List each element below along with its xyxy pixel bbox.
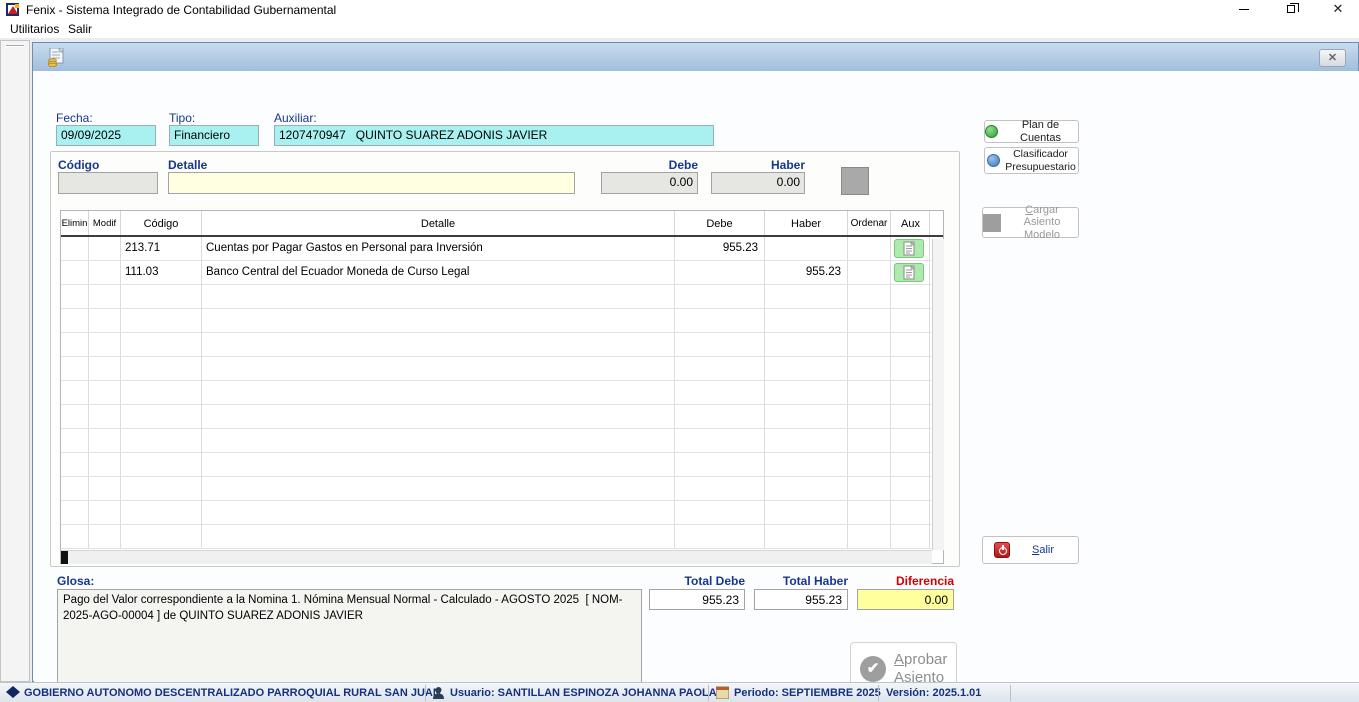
diferencia-label: Diferencia	[857, 574, 954, 588]
table-row	[61, 381, 943, 405]
debe-label: Debe	[601, 158, 698, 172]
table-row	[61, 453, 943, 477]
clasificador-presupuestario-button[interactable]: ClasificadorPresupuestario	[984, 147, 1079, 174]
restore-button[interactable]	[1276, 0, 1308, 19]
grid-vertical-scrollbar[interactable]	[932, 239, 944, 550]
auxiliar-label: Auxiliar:	[274, 111, 317, 125]
debe-input[interactable]: 0.00	[601, 172, 698, 194]
entity-icon	[6, 686, 20, 699]
total-haber-label: Total Haber	[754, 574, 848, 588]
total-debe-field: 955.23	[649, 589, 745, 610]
grid-header: Elimin Modif Código Detalle Debe Haber O…	[61, 211, 943, 237]
status-version: Versión: 2025.1.01	[886, 687, 981, 699]
col-elimin: Elimin	[61, 211, 89, 235]
scrollbar-thumb[interactable]	[61, 551, 68, 564]
table-row	[61, 333, 943, 357]
diferencia-field: 0.00	[857, 589, 954, 610]
col-modif: Modif	[89, 211, 121, 235]
status-entity: GOBIERNO AUTONOMO DESCENTRALIZADO PARROQ…	[24, 687, 441, 699]
detalle-label: Detalle	[168, 158, 207, 172]
col-haber: Haber	[765, 211, 848, 235]
aux-button[interactable]	[894, 263, 924, 282]
col-ordenar: Ordenar	[848, 211, 891, 235]
col-detalle: Detalle	[202, 211, 675, 235]
minimize-button[interactable]	[1228, 0, 1260, 19]
grid-body: 213.71Cuentas por Pagar Gastos en Person…	[61, 237, 943, 549]
user-icon	[432, 686, 445, 699]
codigo-input[interactable]	[58, 172, 158, 194]
status-usuario: Usuario: SANTILLAN ESPINOZA JOHANNA PAOL…	[450, 687, 717, 699]
glosa-textarea[interactable]: Pago del Valor correspondiente a la Nomi…	[57, 589, 642, 695]
table-row[interactable]: 213.71Cuentas por Pagar Gastos en Person…	[61, 237, 943, 261]
codigo-label: Código	[58, 158, 99, 172]
close-button[interactable]: ✕	[1322, 0, 1354, 19]
status-bar: GOBIERNO AUTONOMO DESCENTRALIZADO PARROQ…	[0, 682, 1359, 702]
grid-horizontal-scrollbar[interactable]	[61, 550, 932, 564]
aprobar-label: Aprobar Asiento	[894, 651, 947, 686]
table-row	[61, 405, 943, 429]
entries-grid: Elimin Modif Código Detalle Debe Haber O…	[60, 210, 944, 564]
plan-de-cuentas-button[interactable]: Plan de Cuentas	[984, 120, 1079, 143]
col-debe: Debe	[675, 211, 765, 235]
green-sphere-icon	[985, 125, 998, 138]
table-row	[61, 525, 943, 549]
table-row[interactable]: 111.03Banco Central del Ecuador Moneda d…	[61, 261, 943, 285]
window-title: Fenix - Sistema Integrado de Contabilida…	[26, 3, 336, 17]
table-row	[61, 429, 943, 453]
splitter-grip[interactable]	[6, 45, 24, 47]
status-periodo: Periodo: SEPTIEMBRE 2025	[734, 687, 881, 699]
journal-icon	[47, 48, 67, 67]
col-codigo: Código	[121, 211, 202, 235]
detail-groupbox: Código Detalle Debe Haber 0.00 0.00 Elim…	[50, 151, 960, 567]
restore-icon	[1287, 5, 1295, 13]
gray-square-icon	[983, 214, 1001, 232]
aux-button[interactable]	[894, 239, 924, 258]
salir-button[interactable]: Salir	[982, 536, 1079, 564]
cargar-asiento-modelo-button[interactable]: Cargar AsientoModelo	[982, 207, 1079, 238]
tipo-field[interactable]: Financiero	[169, 125, 259, 146]
check-circle-icon: ✔	[860, 656, 886, 682]
fecha-label: Fecha:	[56, 111, 93, 125]
mdi-workspace: ✕ Fecha: Tipo: Auxiliar: 09/09/2025 Fina…	[0, 38, 1359, 682]
fecha-field[interactable]: 09/09/2025	[56, 125, 156, 146]
collapsed-side-panel[interactable]	[0, 40, 30, 682]
menu-utilitarios[interactable]: Utilitarios	[6, 21, 63, 37]
power-icon	[994, 542, 1010, 558]
menu-salir[interactable]: Salir	[64, 21, 96, 37]
haber-label: Haber	[711, 158, 805, 172]
table-row	[61, 285, 943, 309]
auxiliar-field[interactable]: 1207470947 QUINTO SUAREZ ADONIS JAVIER	[274, 125, 714, 146]
menu-bar: Utilitarios Salir	[0, 19, 1359, 38]
child-close-button[interactable]: ✕	[1319, 49, 1346, 67]
calendar-icon	[716, 686, 729, 699]
col-aux: Aux	[891, 211, 930, 235]
table-row	[61, 477, 943, 501]
total-debe-label: Total Debe	[649, 574, 745, 588]
tipo-label: Tipo:	[169, 111, 195, 125]
blue-sphere-icon	[987, 154, 1000, 167]
app-icon	[6, 2, 21, 17]
detalle-input[interactable]	[168, 172, 575, 194]
table-row	[61, 309, 943, 333]
form-body: Fecha: Tipo: Auxiliar: 09/09/2025 Financ…	[34, 71, 1359, 682]
glosa-label: Glosa:	[57, 574, 94, 588]
table-row	[61, 357, 943, 381]
haber-input[interactable]: 0.00	[711, 172, 805, 194]
window-titlebar: Fenix - Sistema Integrado de Contabilida…	[0, 0, 1359, 19]
total-haber-field: 955.23	[754, 589, 848, 610]
asiento-window: ✕ Fecha: Tipo: Auxiliar: 09/09/2025 Fina…	[32, 42, 1359, 682]
child-titlebar: ✕	[33, 43, 1358, 71]
entry-action-button[interactable]	[841, 167, 869, 195]
table-row	[61, 501, 943, 525]
